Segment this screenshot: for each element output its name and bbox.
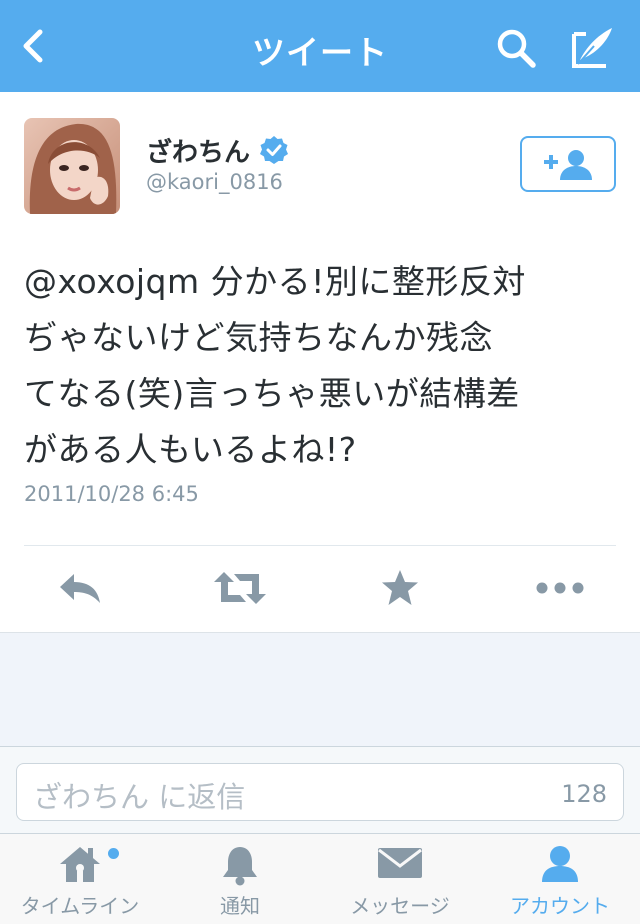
tweet-text-line: ぢゃないけど気持ちなんか残念 (24, 318, 493, 357)
page-title: ツイート (252, 33, 388, 72)
unread-indicator (108, 848, 119, 859)
character-count: 128 (561, 780, 607, 808)
bell-icon (223, 847, 257, 886)
tab-bar: タイムライン 通知 メッセージ アカウント (0, 834, 640, 924)
avatar[interactable] (24, 118, 120, 214)
navigation-bar: ツイート (0, 0, 640, 92)
divider (24, 545, 616, 546)
tweet-text-line: てなる(笑)言っちゃ悪いが結構差 (24, 374, 520, 413)
compose-tweet-button[interactable] (568, 24, 616, 72)
reply-button[interactable] (50, 562, 110, 614)
search-icon (497, 29, 536, 68)
more-dots-icon (536, 582, 584, 594)
empty-area (0, 632, 640, 746)
profile-photo (24, 118, 120, 214)
person-icon (542, 846, 578, 882)
reply-icon (60, 574, 100, 603)
retweet-button[interactable] (210, 562, 270, 614)
search-button[interactable] (494, 26, 538, 70)
reply-input[interactable]: ざわちん に返信 128 (16, 763, 624, 821)
tab-notifications[interactable]: 通知 (160, 834, 320, 924)
compose-icon (572, 28, 612, 68)
favorite-star-icon (382, 570, 418, 605)
tab-label: 通知 (220, 894, 260, 918)
reply-placeholder: ざわちん に返信 (33, 780, 246, 814)
home-icon (60, 847, 100, 882)
tab-messages[interactable]: メッセージ (320, 834, 480, 924)
back-button[interactable] (12, 24, 56, 68)
tab-timeline[interactable]: タイムライン (0, 834, 160, 924)
envelope-icon (378, 848, 422, 878)
tweet-text: @xoxojqm 分かる!別に整形反対 ぢゃないけど気持ちなんか残念 てなる(笑… (24, 254, 624, 478)
add-user-icon (544, 150, 592, 180)
tab-account[interactable]: アカウント (480, 834, 640, 924)
author-handle[interactable]: @kaori_0816 (146, 170, 283, 194)
tweet-timestamp: 2011/10/28 6:45 (24, 482, 199, 506)
tab-label: メッセージ (350, 894, 450, 918)
follow-button[interactable] (520, 136, 616, 192)
chevron-left-icon (23, 29, 43, 63)
tweet-text-line: @xoxojqm 分かる!別に整形反対 (24, 262, 526, 301)
tweet-text-line: がある人もいるよね!? (24, 430, 357, 469)
retweet-icon (214, 572, 266, 604)
favorite-button[interactable] (370, 562, 430, 614)
author-name[interactable]: ざわちん (146, 132, 250, 169)
more-options-button[interactable] (530, 562, 590, 614)
tab-label: アカウント (510, 894, 610, 918)
verified-badge-icon (260, 136, 288, 164)
tab-label: タイムライン (20, 894, 140, 918)
reply-bar: ざわちん に返信 128 (0, 746, 640, 834)
